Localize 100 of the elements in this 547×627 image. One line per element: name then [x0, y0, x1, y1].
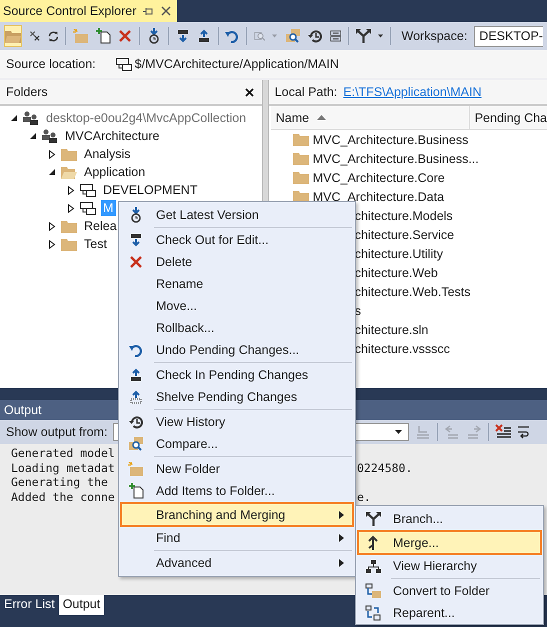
- output-line: e.: [357, 490, 371, 504]
- hierarchy-icon: [366, 560, 380, 572]
- document-tab[interactable]: Source Control Explorer: [0, 0, 178, 22]
- check-out-icon: [176, 29, 190, 43]
- check-in-icon: [196, 29, 210, 43]
- dropdown-caret-icon[interactable]: [378, 34, 383, 38]
- workspace-dropdown[interactable]: DESKTOP-: [474, 26, 543, 46]
- menu-item[interactable]: Convert to Folder: [357, 580, 542, 602]
- undo-icon: [225, 29, 240, 43]
- menu-item[interactable]: Rename: [120, 273, 354, 295]
- menu-item[interactable]: View Hierarchy: [357, 555, 542, 577]
- menu-item[interactable]: Advanced: [120, 552, 354, 574]
- folder-search-icon: [284, 28, 301, 44]
- column-header[interactable]: Pending Cha: [470, 106, 547, 129]
- source-location-path: $/MVCArchitecture/Application/MAIN: [134, 57, 339, 71]
- output-line: Loading metadat: [11, 460, 115, 475]
- file-name[interactable]: chitecture.Utility: [354, 246, 443, 260]
- menu-item[interactable]: Branching and Merging: [120, 502, 354, 527]
- folder-icon: [61, 238, 77, 250]
- menu-item[interactable]: Reparent...: [357, 602, 542, 624]
- collapsed-arrow-icon[interactable]: [48, 222, 56, 230]
- menu-item[interactable]: Get Latest Version: [120, 204, 354, 226]
- file-name[interactable]: chitecture.vssscc: [354, 342, 450, 356]
- tree-item[interactable]: Analysis: [82, 146, 133, 162]
- branch-icon: [366, 512, 380, 526]
- tree-item[interactable]: Relea: [82, 218, 119, 234]
- tree-item[interactable]: Application: [82, 164, 148, 180]
- expanded-arrow-icon[interactable]: [48, 168, 56, 176]
- file-name[interactable]: chitecture.Web: [354, 266, 438, 280]
- folder-icon: [292, 152, 309, 165]
- panel-tab[interactable]: Error List: [0, 595, 59, 615]
- expanded-arrow-icon[interactable]: [10, 114, 18, 122]
- menu-item[interactable]: View History: [120, 411, 354, 433]
- local-path-link[interactable]: E:\TFS\Application\MAIN: [343, 85, 482, 99]
- file-name[interactable]: MVC_Architecture.Data: [312, 190, 444, 204]
- workspace-icon[interactable]: [330, 28, 342, 44]
- expanded-arrow-icon[interactable]: [29, 132, 37, 140]
- close-icon[interactable]: [244, 88, 254, 96]
- tree-item[interactable]: DEVELOPMENT: [101, 182, 200, 198]
- folder-icon: [292, 133, 309, 146]
- team-icon: [42, 129, 58, 143]
- file-name[interactable]: chitecture.Web.Tests: [354, 284, 471, 298]
- new-folder-icon: [73, 28, 90, 44]
- open-folder-icon: [61, 166, 77, 178]
- tree-item[interactable]: MVCArchitecture: [63, 128, 162, 144]
- file-name[interactable]: MVC_Architecture.Core: [312, 170, 445, 184]
- close-icon[interactable]: [161, 6, 172, 16]
- local-path-label: Local Path:: [274, 85, 338, 99]
- show-output-label: Show output from:: [6, 425, 108, 439]
- pin-icon[interactable]: [143, 6, 154, 16]
- clear-all-icon[interactable]: [495, 424, 512, 440]
- tree-item[interactable]: desktop-e0ou2g4\MvcAppCollection: [44, 110, 248, 126]
- check-out-icon: [129, 233, 143, 247]
- menu-item[interactable]: New Folder: [120, 458, 354, 480]
- convert-folder-icon: [365, 583, 381, 599]
- folder-icon: [61, 220, 77, 232]
- merge-icon: [367, 535, 379, 550]
- collapsed-arrow-icon[interactable]: [48, 150, 56, 158]
- reparent-icon: [365, 605, 381, 621]
- menu-item[interactable]: Undo Pending Changes...: [120, 339, 354, 361]
- column-header[interactable]: Name: [270, 106, 470, 129]
- menu-item[interactable]: Compare...: [120, 433, 354, 455]
- menu-item[interactable]: Delete: [120, 251, 354, 273]
- branch-folder-icon: [80, 184, 96, 196]
- output-line: Generated model: [11, 446, 115, 460]
- folder-icon: [292, 171, 309, 184]
- menu-item[interactable]: Rollback...: [120, 317, 354, 339]
- file-name[interactable]: chitecture.Models: [354, 208, 453, 222]
- check-in-icon: [129, 368, 143, 382]
- delete-icon: [118, 29, 132, 43]
- collapsed-arrow-icon[interactable]: [67, 186, 75, 194]
- file-name[interactable]: MVC_Architecture.Business...: [312, 152, 479, 166]
- menu-item[interactable]: Merge...: [357, 530, 542, 555]
- menu-item[interactable]: Check Out for Edit...: [120, 229, 354, 251]
- file-name[interactable]: MVC_Architecture.Business: [312, 132, 468, 146]
- folder-search-icon: [128, 436, 144, 452]
- collapsed-arrow-icon[interactable]: [48, 240, 56, 248]
- file-name[interactable]: chitecture.sln: [354, 322, 428, 336]
- team-icon: [23, 111, 39, 125]
- menu-item[interactable]: Branch...: [357, 508, 542, 530]
- refresh-icon[interactable]: [48, 28, 58, 44]
- tree-item[interactable]: Test: [82, 236, 109, 252]
- history-icon: [128, 414, 144, 430]
- folders-title: Folders: [6, 85, 48, 99]
- workspace-label: Workspace:: [402, 29, 468, 43]
- file-name[interactable]: chitecture.Service: [354, 228, 454, 242]
- menu-item[interactable]: Move...: [120, 295, 354, 317]
- menu-item[interactable]: Shelve Pending Changes: [120, 386, 354, 408]
- add-file-icon: [96, 28, 112, 44]
- collapsed-arrow-icon[interactable]: [67, 204, 75, 212]
- folders-toggle-button[interactable]: [4, 25, 22, 47]
- menu-item[interactable]: Check In Pending Changes: [120, 364, 354, 386]
- source-location-label: Source location:: [6, 57, 96, 71]
- shelve-icon: [129, 390, 143, 404]
- branch-icon: [356, 29, 371, 43]
- menu-item[interactable]: Add Items to Folder...: [120, 480, 354, 502]
- menu-item[interactable]: Find: [120, 527, 354, 549]
- panel-tab[interactable]: Output: [58, 595, 104, 615]
- word-wrap-icon[interactable]: [517, 424, 530, 440]
- undo-icon: [129, 343, 143, 357]
